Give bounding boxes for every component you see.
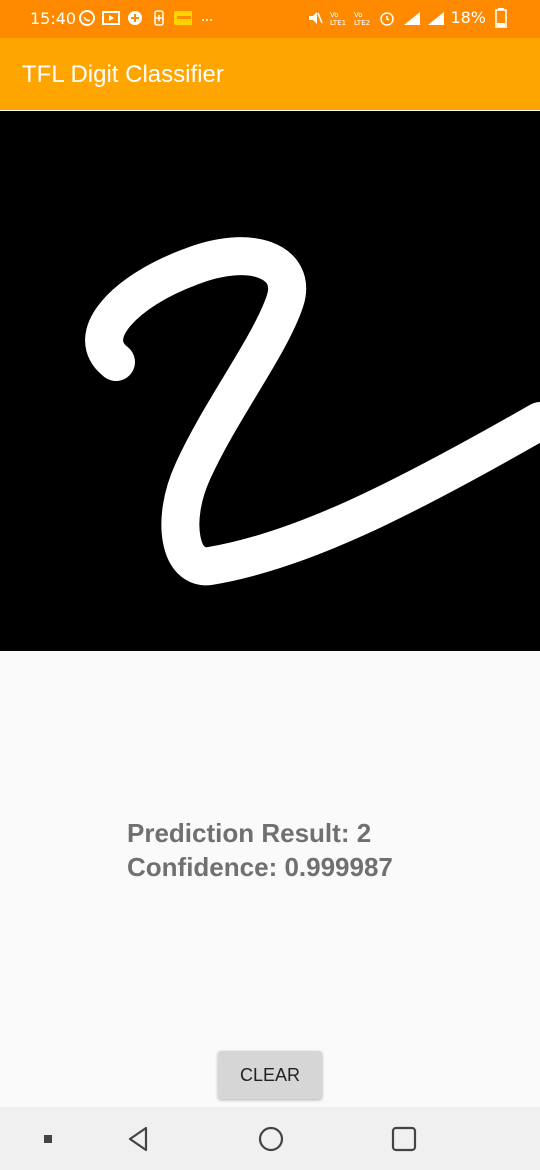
notification-icon	[174, 9, 192, 27]
battery-icon	[492, 7, 510, 28]
app-icon	[126, 9, 144, 27]
clear-button[interactable]: CLEAR	[218, 1051, 322, 1099]
app-title: TFL Digit Classifier	[22, 61, 224, 88]
app-bar: TFL Digit Classifier	[0, 38, 540, 110]
status-time: 15:40	[30, 9, 77, 28]
more-icon	[198, 9, 216, 27]
overview-icon[interactable]	[389, 1124, 419, 1158]
status-bar: 15:40 Vo LTE1 Vo LTE2 18%	[0, 0, 540, 38]
back-icon[interactable]	[124, 1124, 154, 1158]
youtube-icon	[102, 9, 120, 27]
alarm-icon	[378, 9, 396, 27]
drawing-canvas[interactable]	[0, 111, 540, 651]
svg-text:Vo: Vo	[330, 11, 339, 19]
svg-text:Vo: Vo	[354, 11, 363, 19]
battery-saver-icon	[150, 9, 168, 27]
prediction-result: Prediction Result: 2	[127, 818, 372, 848]
svg-text:LTE2: LTE2	[354, 19, 370, 27]
status-icons-right: Vo LTE1 Vo LTE2 18%	[306, 7, 510, 28]
battery-percent: 18%	[450, 8, 486, 27]
result-block: Prediction Result: 2 Confidence: 0.99998…	[127, 816, 393, 884]
volte1-icon: Vo LTE1	[330, 9, 348, 27]
svg-text:LTE1: LTE1	[330, 19, 346, 27]
volte2-icon: Vo LTE2	[354, 9, 372, 27]
signal1-icon	[402, 9, 421, 27]
home-icon[interactable]	[256, 1124, 286, 1158]
signal2-icon	[426, 9, 445, 27]
nav-bar	[0, 1107, 540, 1170]
mute-icon	[306, 9, 324, 27]
recent-apps-icon[interactable]	[40, 1131, 56, 1151]
digit-stroke	[85, 237, 540, 586]
whatsapp-icon	[78, 9, 96, 27]
status-icons-left	[78, 9, 216, 27]
confidence-result: Confidence: 0.999987	[127, 852, 393, 882]
